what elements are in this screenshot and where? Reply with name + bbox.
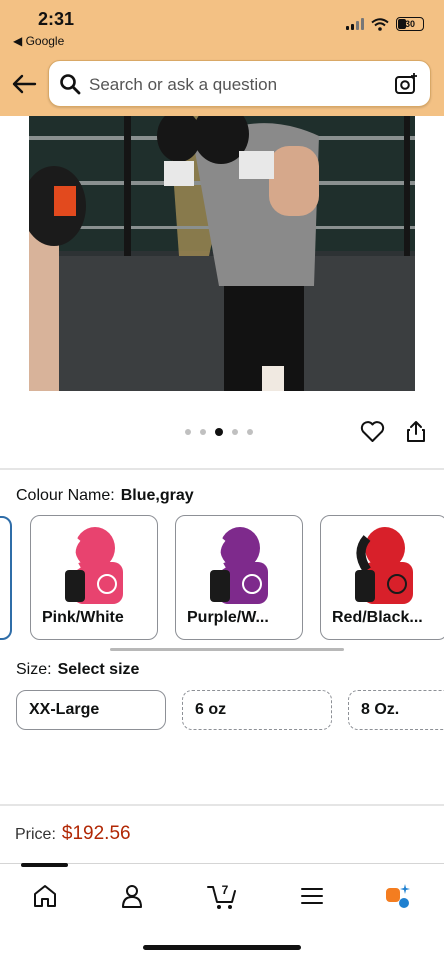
glove-thumbnail	[65, 527, 123, 604]
image-pagination-dots[interactable]	[185, 428, 253, 436]
camera-search-icon[interactable]	[394, 72, 418, 96]
price-row: Price: $192.56	[15, 823, 131, 845]
section-divider	[0, 468, 444, 470]
pagination-dot[interactable]	[247, 429, 253, 435]
home-indicator	[143, 945, 301, 950]
boxing-photo	[29, 116, 415, 391]
size-selection: Size: Select size	[16, 661, 139, 679]
swatch-label: Purple/W...	[187, 609, 269, 626]
pagination-dot[interactable]	[200, 429, 206, 435]
search-icon	[60, 74, 81, 95]
cellular-signal-icon	[346, 18, 364, 30]
cart-count: 7	[222, 883, 229, 897]
swatch-scroll-indicator	[110, 648, 344, 651]
status-icons: 30	[346, 17, 424, 31]
account-icon[interactable]	[117, 881, 147, 911]
heart-icon[interactable]	[360, 420, 385, 444]
rufus-ai-icon[interactable]	[383, 881, 413, 911]
size-value: Select size	[57, 661, 140, 678]
glove-thumbnail	[355, 527, 413, 604]
menu-icon[interactable]	[297, 881, 327, 911]
size-option-unavailable[interactable]: 6 oz	[182, 690, 332, 730]
status-time: 2:31	[38, 9, 75, 29]
back-to-google-link[interactable]: ◀ Google	[13, 34, 64, 48]
colour-label: Colour Name:	[16, 487, 115, 504]
wifi-icon	[371, 17, 389, 31]
home-icon[interactable]	[30, 881, 60, 911]
colour-value: Blue,gray	[120, 487, 194, 504]
share-icon[interactable]	[405, 419, 427, 443]
search-bar[interactable]: Search or ask a question	[48, 60, 431, 107]
search-input[interactable]: Search or ask a question	[89, 75, 277, 95]
glove-thumbnail	[210, 527, 268, 604]
app-header: 2:31 ◀ Google 30 Search or ask a questio…	[0, 0, 444, 116]
colour-swatch[interactable]: Red/Black...	[320, 515, 444, 640]
battery-icon: 30	[396, 17, 424, 31]
nav-active-indicator	[21, 863, 68, 867]
size-option[interactable]: XX-Large	[16, 690, 166, 730]
section-divider	[0, 804, 444, 806]
swatch-label: Red/Black...	[332, 609, 423, 626]
colour-selection: Colour Name: Blue,gray	[16, 487, 194, 505]
colour-swatch[interactable]: Pink/White	[30, 515, 158, 640]
size-label: Size:	[16, 661, 52, 678]
price-label: Price:	[15, 826, 56, 843]
swatch-label: Pink/White	[42, 609, 124, 626]
pagination-dot-active[interactable]	[215, 428, 223, 436]
size-option-unavailable[interactable]: 8 Oz.	[348, 690, 444, 730]
back-arrow-icon[interactable]	[11, 72, 37, 96]
pagination-dot[interactable]	[232, 429, 238, 435]
cart-icon[interactable]: 7	[206, 881, 240, 911]
product-image[interactable]	[29, 116, 415, 391]
colour-swatch[interactable]: Purple/W...	[175, 515, 303, 640]
colour-swatch-selected[interactable]	[0, 516, 12, 640]
battery-level: 30	[404, 19, 415, 29]
price-value: $192.56	[61, 823, 131, 844]
pagination-dot[interactable]	[185, 429, 191, 435]
